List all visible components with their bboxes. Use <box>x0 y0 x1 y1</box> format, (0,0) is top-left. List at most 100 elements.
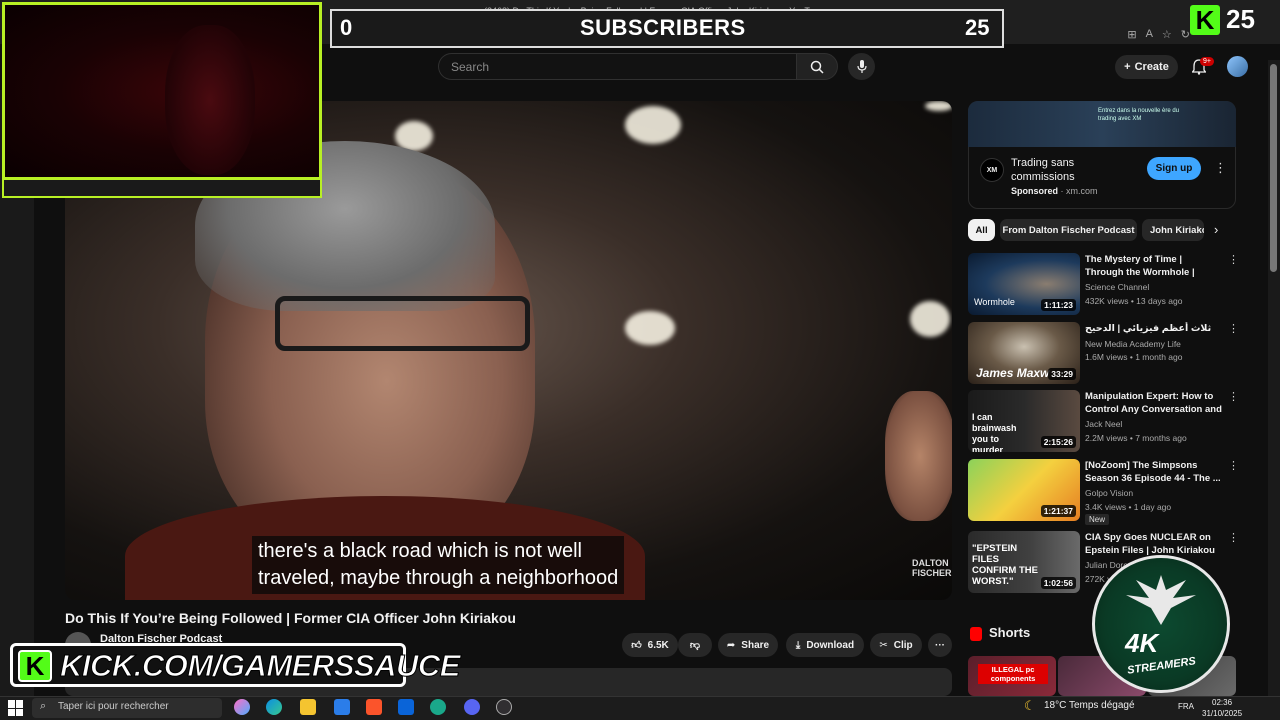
more-dots-icon: ··· <box>935 639 945 651</box>
recommendation-item[interactable]: 1:21:37 [NoZoom] The Simpsons Season 36 … <box>968 459 1239 525</box>
create-button[interactable]: + Create <box>1115 55 1178 79</box>
app-icon[interactable] <box>430 699 446 715</box>
recommendation-item[interactable]: Wormhole 1:11:23 The Mystery of Time | T… <box>968 253 1239 315</box>
tray-clock[interactable]: 02:36 31/10/2025 <box>1202 697 1242 719</box>
ad-more-icon[interactable]: ⋮ <box>1214 160 1227 176</box>
more-options-icon[interactable]: ⋮ <box>1228 459 1239 472</box>
subscriber-count-goal: 25 <box>965 15 990 40</box>
search-input[interactable]: Search <box>438 53 796 80</box>
more-options-icon[interactable]: ⋮ <box>1228 253 1239 266</box>
shorts-section-title: Shorts <box>989 625 1031 640</box>
refresh-icon[interactable]: ↻ <box>1181 28 1190 41</box>
recommendation-item[interactable]: I can brainwash you to murder 2:15:26 Ma… <box>968 390 1239 452</box>
caption-line-2: traveled, maybe through a neighborhood <box>258 567 619 589</box>
windows-start-icon[interactable] <box>8 700 24 716</box>
ad-sponsored-line: Sponsored · xm.com <box>1011 186 1098 196</box>
chevron-right-icon[interactable]: › <box>1214 222 1218 237</box>
short-thumbnail[interactable]: ILLEGAL pc components <box>968 656 1056 696</box>
ad-domain: xm.com <box>1066 186 1098 196</box>
thumbnail-text: "EPSTEIN FILES CONFIRM THE WORST." <box>972 543 1038 587</box>
scrollbar-thumb[interactable] <box>1270 64 1277 272</box>
recommendation-meta: 2.2M views • 7 months ago <box>1085 433 1187 443</box>
thumbs-down-icon: 👎︎ <box>689 640 701 651</box>
like-count: 6.5K <box>647 639 669 651</box>
recommendation-title[interactable]: The Mystery of Time | Through the Wormho… <box>1085 253 1223 279</box>
ad-sponsored-label: Sponsored <box>1011 186 1059 196</box>
clip-label: Clip <box>893 639 913 651</box>
share-button[interactable]: ➦ Share <box>718 633 778 657</box>
extensions-icon[interactable]: ⊞ <box>1127 28 1136 41</box>
dislike-button[interactable]: 👎︎ <box>678 633 712 657</box>
video-title: Do This If You’re Being Followed | Forme… <box>65 610 516 626</box>
chip-all[interactable]: All <box>968 219 995 241</box>
tray-language[interactable]: FRA <box>1178 702 1194 711</box>
subscriber-counter-title: SUBSCRIBERS <box>580 15 746 40</box>
ad-logo: XM <box>980 158 1004 182</box>
like-button[interactable]: 👍︎ 6.5K <box>622 633 678 657</box>
video-duration: 1:21:37 <box>1040 505 1076 517</box>
more-options-icon[interactable]: ⋮ <box>1228 390 1239 403</box>
microphone-icon <box>856 59 867 73</box>
webcam-frame-bottom <box>2 180 322 198</box>
outlook-icon[interactable] <box>398 699 414 715</box>
recommendation-title[interactable]: ثلاث أعظم فيزيائي | الدحيح <box>1085 322 1223 335</box>
file-explorer-icon[interactable] <box>300 699 316 715</box>
account-avatar[interactable] <box>1227 56 1248 77</box>
kick-logo-icon: K <box>1190 5 1220 35</box>
ad-banner-text: Entrez dans la nouvelle ère du trading a… <box>1098 108 1180 122</box>
more-options-icon[interactable]: ⋮ <box>1228 322 1239 335</box>
streamer-silhouette <box>165 25 255 175</box>
scissors-icon: ✂ <box>879 639 888 651</box>
ad-signup-button[interactable]: Sign up <box>1147 157 1201 180</box>
chip-from-channel[interactable]: From Dalton Fischer Podcast <box>1000 219 1137 241</box>
recommendation-thumbnail[interactable]: I can brainwash you to murder 2:15:26 <box>968 390 1080 452</box>
speaker-glasses <box>275 296 530 351</box>
obs-icon[interactable] <box>496 699 512 715</box>
edge-icon[interactable] <box>266 699 282 715</box>
recommendation-channel[interactable]: Science Channel <box>1085 282 1149 292</box>
recommendation-channel[interactable]: Golpo Vision <box>1085 488 1133 498</box>
brave-icon[interactable] <box>366 699 382 715</box>
more-actions-button[interactable]: ··· <box>928 633 952 657</box>
thumbs-up-icon: 👍︎ <box>631 640 642 651</box>
tray-time: 02:36 <box>1212 698 1233 707</box>
speaker-hand <box>885 391 952 521</box>
discord-icon[interactable] <box>464 699 480 715</box>
recommendation-title[interactable]: CIA Spy Goes NUCLEAR on Epstein Files | … <box>1085 531 1223 557</box>
kick-logo-icon: K <box>18 650 52 682</box>
bokeh-light <box>625 311 675 345</box>
recommendation-title[interactable]: Manipulation Expert: How to Control Any … <box>1085 390 1223 416</box>
recommendation-item[interactable]: James Maxw 33:29 ثلاث أعظم فيزيائي | الد… <box>968 322 1239 384</box>
copilot-icon[interactable] <box>234 699 250 715</box>
thumbnail-text: James Maxw <box>976 366 1050 380</box>
recommendation-thumbnail[interactable]: "EPSTEIN FILES CONFIRM THE WORST." 1:02:… <box>968 531 1080 593</box>
more-options-icon[interactable]: ⋮ <box>1228 531 1239 544</box>
download-label: Download <box>806 639 855 651</box>
create-label: Create <box>1134 61 1169 73</box>
taskbar-search-input[interactable]: Taper ici pour rechercher <box>32 698 222 718</box>
search-button[interactable] <box>796 53 838 80</box>
recommendation-meta: 3.4K views • 1 day ago <box>1085 502 1172 512</box>
voice-search-button[interactable] <box>848 53 875 80</box>
chip-john-kiriakou[interactable]: John Kiriakou <box>1142 219 1204 241</box>
recommendation-thumbnail[interactable]: 1:21:37 <box>968 459 1080 521</box>
recommendation-channel[interactable]: Jack Neel <box>1085 419 1122 429</box>
ad-title[interactable]: Trading sans commissions <box>1011 156 1131 184</box>
kick-channel-url: KICK.COM/GAMERSSAUCE <box>60 648 461 684</box>
kick-follower-count: 25 <box>1226 4 1255 34</box>
recommendation-title[interactable]: [NoZoom] The Simpsons Season 36 Episode … <box>1085 459 1223 485</box>
recommendation-thumbnail[interactable]: James Maxw 33:29 <box>968 322 1080 384</box>
emblem-4k-text: 4K <box>1125 628 1159 658</box>
recommendation-thumbnail[interactable]: Wormhole 1:11:23 <box>968 253 1080 315</box>
translate-icon[interactable]: A <box>1146 28 1153 41</box>
store-icon[interactable] <box>334 699 350 715</box>
bookmark-star-icon[interactable]: ☆ <box>1162 28 1172 41</box>
bokeh-light <box>925 101 952 111</box>
clip-button[interactable]: ✂ Clip <box>870 633 922 657</box>
channel-watermark: DALTON FISCHER <box>912 558 952 578</box>
recommendation-channel[interactable]: New Media Academy Life <box>1085 339 1181 349</box>
download-button[interactable]: ⤓ Download <box>786 633 864 657</box>
4k-streamers-emblem <box>1092 555 1230 693</box>
video-duration: 1:11:23 <box>1041 299 1076 311</box>
tray-weather[interactable]: 18°C Temps dégagé <box>1044 700 1135 711</box>
